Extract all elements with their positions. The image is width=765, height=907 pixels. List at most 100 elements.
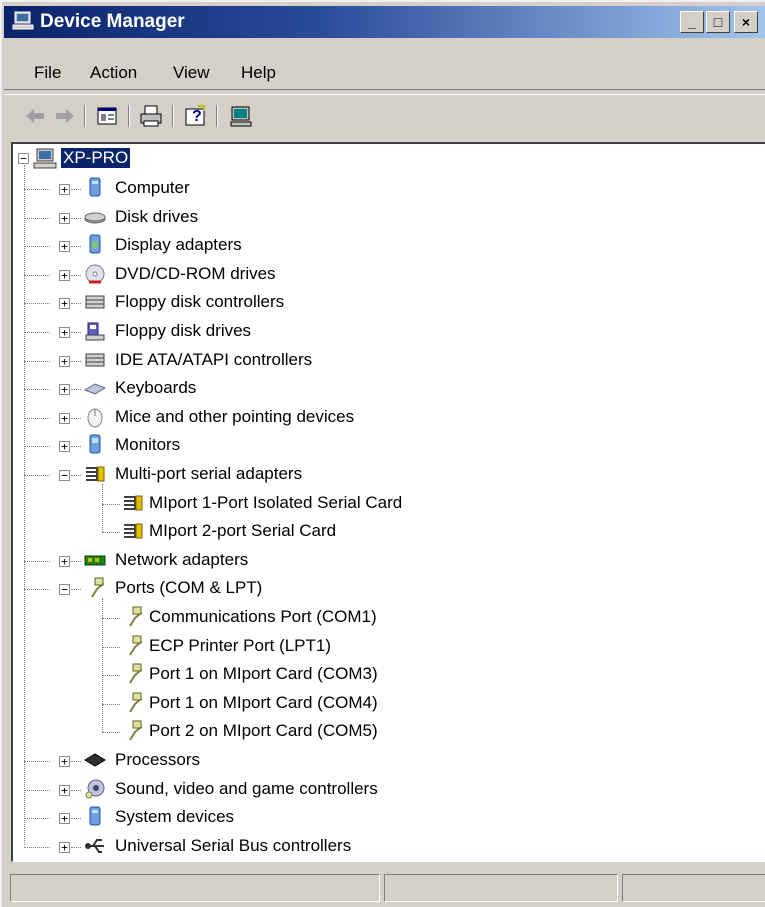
expand-icon[interactable]: +: [59, 269, 70, 281]
collapse-icon[interactable]: −: [59, 470, 70, 481]
controller-icon: [85, 353, 105, 367]
tree-node[interactable]: + Network adapters: [13, 548, 713, 574]
forward-arrow-icon[interactable]: [52, 103, 78, 129]
tree-child-node[interactable]: Communications Port (COM1): [13, 605, 713, 631]
device-tree[interactable]: − XP-PRO + Computer + Disk drives + Display a…: [11, 142, 765, 862]
tree-node[interactable]: − Multi-port serial adapters: [13, 462, 713, 488]
menu-view[interactable]: View: [173, 63, 210, 83]
tree-connector: [71, 560, 81, 562]
tree-connector: [71, 846, 81, 848]
scan-hardware-icon[interactable]: [228, 103, 254, 129]
tree-child-node[interactable]: MIport 2-port Serial Card: [13, 519, 713, 545]
tree-connector: [71, 332, 81, 333]
tree-connector: [102, 532, 120, 534]
collapse-icon[interactable]: −: [59, 584, 70, 596]
tree-child-label: MIport 1-Port Isolated Serial Card: [149, 492, 403, 512]
system-devices-icon: [89, 806, 101, 826]
tree-child-node[interactable]: ECP Printer Port (LPT1): [13, 634, 713, 660]
expand-icon[interactable]: +: [59, 327, 70, 338]
expand-icon[interactable]: +: [59, 212, 70, 224]
expand-icon[interactable]: +: [59, 813, 70, 825]
tree-node[interactable]: + Sound, video and game controllers: [13, 777, 713, 803]
tree-connector: [102, 703, 120, 705]
tree-node[interactable]: + Monitors: [13, 433, 713, 459]
tree-node[interactable]: + IDE ATA/ATAPI controllers: [13, 348, 713, 374]
tree-node[interactable]: + Display adapters: [13, 233, 713, 259]
tree-node-label: DVD/CD-ROM drives: [115, 263, 276, 283]
tree-connector: [24, 560, 50, 562]
tree-connector: [24, 789, 50, 791]
expand-icon[interactable]: +: [59, 241, 70, 253]
expand-icon[interactable]: +: [59, 298, 70, 310]
collapse-icon[interactable]: −: [18, 153, 29, 164]
tree-node[interactable]: + Floppy disk drives: [13, 319, 713, 345]
title-bar[interactable]: Device Manager _ □ ×: [4, 6, 765, 38]
tree-node[interactable]: + Disk drives: [13, 205, 713, 231]
display-adapter-icon: [89, 234, 101, 254]
tree-connector: [102, 598, 103, 733]
expand-icon[interactable]: +: [59, 841, 70, 853]
toolbar-separator: [128, 105, 130, 127]
port-icon: [129, 692, 143, 713]
tree-node-label: Universal Serial Bus controllers: [115, 835, 352, 855]
tree-connector: [24, 360, 50, 362]
tree-node[interactable]: + Universal Serial Bus controllers: [13, 834, 713, 860]
tree-node[interactable]: + Computer: [13, 176, 713, 202]
menu-action[interactable]: Action: [90, 63, 137, 83]
tree-root-label[interactable]: XP-PRO: [61, 148, 131, 168]
usb-icon: [85, 838, 104, 853]
tree-node-label: Network adapters: [115, 549, 249, 569]
menu-file[interactable]: File: [34, 63, 61, 83]
print-icon[interactable]: [138, 103, 164, 129]
tree-connector: [24, 446, 50, 448]
network-adapter-icon: [84, 555, 106, 566]
tree-node[interactable]: − Ports (COM & LPT): [13, 576, 713, 602]
port-icon: [129, 635, 143, 656]
port-icon: [91, 577, 105, 598]
minimize-button[interactable]: _: [680, 11, 704, 33]
tree-node-label: IDE ATA/ATAPI controllers: [115, 349, 313, 369]
tree-node[interactable]: + Floppy disk controllers: [13, 290, 713, 316]
serial-adapter-icon: [86, 466, 105, 482]
mouse-icon: [87, 408, 103, 428]
tree-connector: [71, 818, 81, 820]
tree-child-node[interactable]: Port 2 on MIport Card (COM5): [13, 719, 713, 745]
expand-icon[interactable]: +: [59, 412, 70, 424]
expand-icon[interactable]: +: [59, 555, 70, 567]
status-pane-1: [10, 874, 380, 902]
tree-node-label: Display adapters: [115, 235, 242, 255]
computer-icon: [89, 177, 101, 197]
tree-child-label: Port 1 on MIport Card (COM3): [149, 664, 378, 684]
expand-icon[interactable]: +: [59, 784, 70, 796]
tree-node[interactable]: + Processors: [13, 748, 713, 774]
tree-node[interactable]: + DVD/CD-ROM drives: [13, 262, 713, 288]
tree-child-node[interactable]: Port 1 on MIport Card (COM4): [13, 691, 713, 717]
properties-icon[interactable]: [94, 103, 120, 129]
device-manager-icon: [12, 11, 34, 30]
toolbar-separator: [172, 105, 174, 127]
close-button[interactable]: ×: [734, 11, 758, 33]
tree-connector: [102, 484, 103, 533]
tree-connector: [71, 417, 81, 419]
monitor-icon: [89, 434, 101, 454]
tree-node-label: Keyboards: [115, 378, 197, 398]
tree-node-label: Multi-port serial adapters: [115, 464, 303, 483]
help-icon[interactable]: ?: [182, 103, 208, 129]
tree-connector: [24, 475, 50, 476]
tree-node[interactable]: + System devices: [13, 805, 713, 831]
tree-node[interactable]: + Mice and other pointing devices: [13, 405, 713, 431]
expand-icon[interactable]: +: [59, 355, 70, 367]
expand-icon[interactable]: +: [59, 184, 70, 195]
toolbar-separator: [84, 105, 86, 127]
back-arrow-icon[interactable]: [22, 103, 48, 129]
expand-icon[interactable]: +: [59, 756, 70, 767]
tree-connector: [71, 761, 81, 762]
maximize-button[interactable]: □: [706, 11, 730, 33]
expand-icon[interactable]: +: [59, 441, 70, 453]
tree-connector: [71, 246, 81, 248]
tree-node[interactable]: + Keyboards: [13, 376, 713, 402]
tree-child-node[interactable]: Port 1 on MIport Card (COM3): [13, 662, 713, 688]
expand-icon[interactable]: +: [59, 384, 70, 396]
tree-child-node[interactable]: MIport 1-Port Isolated Serial Card: [13, 491, 713, 517]
menu-help[interactable]: Help: [241, 63, 276, 83]
